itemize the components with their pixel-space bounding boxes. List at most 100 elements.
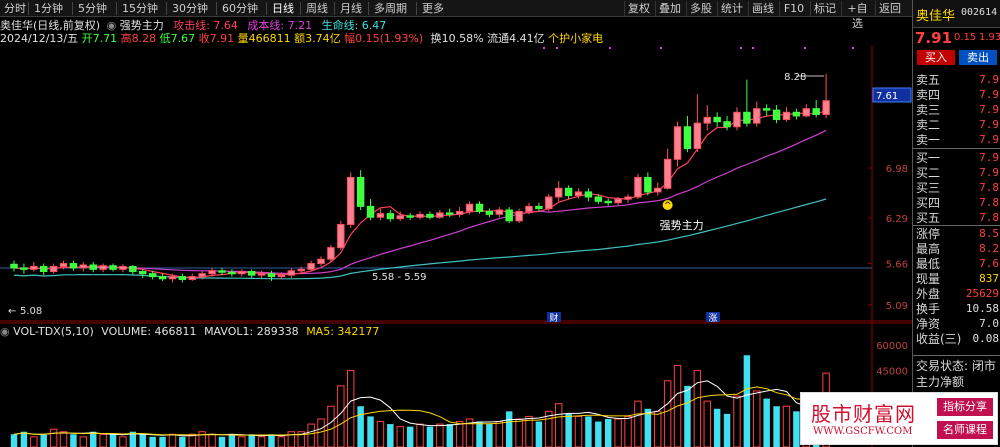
stat-row[interactable]: 净资 7.0 — [913, 316, 1000, 332]
ask-row[interactable]: 卖五 7.9 — [913, 72, 1000, 88]
buy-button[interactable]: 买入 — [917, 50, 955, 65]
stat-row[interactable]: 换手 10.58 — [913, 301, 1000, 317]
candle-body[interactable] — [574, 191, 583, 197]
candle-body[interactable] — [475, 203, 484, 212]
bid-row[interactable]: 买四 7.8 — [913, 195, 1000, 211]
candle-body[interactable] — [337, 223, 345, 249]
candle-body[interactable] — [376, 213, 385, 218]
kline-chart[interactable]: 6.98 6.29 5.66 5.09 7.61 60000 45000 8.28 5.08 ← 5… — [0, 0, 912, 447]
candle-body[interactable] — [168, 276, 177, 280]
stat-row[interactable]: 最低 7.6 — [913, 256, 1000, 272]
candle-body[interactable] — [525, 205, 533, 212]
stat-row[interactable]: 现量 837 — [913, 271, 1000, 287]
candle-body[interactable] — [703, 116, 711, 124]
candle-body[interactable] — [416, 213, 424, 218]
ask-row[interactable]: 卖四 7.9 — [913, 87, 1000, 103]
candle-body[interactable] — [178, 276, 187, 280]
candle-body[interactable] — [59, 263, 68, 267]
candle-body[interactable] — [743, 111, 751, 124]
bid-row[interactable]: 买三 7.8 — [913, 180, 1000, 196]
candle-body[interactable] — [564, 187, 573, 197]
candle-body[interactable] — [644, 176, 652, 193]
ask-row[interactable]: 卖一 7.9 — [913, 132, 1000, 148]
candle-body[interactable] — [455, 210, 464, 215]
candle-body[interactable] — [762, 108, 771, 111]
candle-body[interactable] — [366, 205, 375, 218]
candle-body[interactable] — [772, 109, 781, 121]
bid-row[interactable]: 买五 7.8 — [913, 210, 1000, 226]
candle-body[interactable] — [89, 264, 97, 270]
candle-body[interactable] — [634, 176, 642, 198]
stat-row[interactable]: 收益(三) 0.08 — [913, 331, 1000, 347]
candle-body[interactable] — [792, 111, 801, 117]
candle-body[interactable] — [198, 273, 206, 278]
candle-body[interactable] — [654, 187, 662, 193]
candle-body[interactable] — [604, 200, 612, 204]
candle-body[interactable] — [822, 100, 830, 115]
stat-row[interactable]: 最高 8.2 — [913, 241, 1000, 257]
candle-body[interactable] — [356, 176, 365, 207]
candle-body[interactable] — [535, 205, 543, 210]
bid-row[interactable]: 买二 7.9 — [913, 165, 1000, 181]
candle-body[interactable] — [20, 267, 28, 270]
candle-body[interactable] — [119, 265, 127, 270]
candle-body[interactable] — [753, 108, 761, 124]
ask-row[interactable]: 卖二 7.9 — [913, 117, 1000, 133]
candle-body[interactable] — [317, 258, 325, 265]
candle-body[interactable] — [287, 270, 296, 276]
candle-body[interactable] — [267, 273, 276, 278]
candle-body[interactable] — [158, 276, 167, 280]
sell-button[interactable]: 卖出 — [959, 50, 997, 65]
candle-body[interactable] — [624, 196, 632, 200]
candle-body[interactable] — [554, 187, 563, 198]
candle-body[interactable] — [347, 176, 355, 225]
candle-body[interactable] — [10, 263, 18, 269]
candle-body[interactable] — [495, 209, 503, 215]
candle-body[interactable] — [386, 213, 395, 220]
candle-body[interactable] — [406, 215, 414, 218]
candle-body[interactable] — [663, 158, 672, 189]
candle-body[interactable] — [247, 271, 256, 276]
candle-body[interactable] — [139, 271, 147, 275]
candle-body[interactable] — [109, 265, 117, 270]
candle-body[interactable] — [69, 263, 78, 269]
candle-body[interactable] — [693, 122, 702, 149]
candle-body[interactable] — [802, 108, 811, 117]
candle-body[interactable] — [584, 191, 593, 198]
candle-body[interactable] — [465, 203, 474, 212]
candle-body[interactable] — [812, 108, 820, 115]
candle-body[interactable] — [30, 265, 38, 270]
candle-body[interactable] — [683, 126, 692, 149]
candle-body[interactable] — [297, 268, 305, 272]
candle-body[interactable] — [515, 210, 523, 222]
candle-body[interactable] — [79, 264, 88, 269]
candle-body[interactable] — [485, 210, 494, 215]
candle-body[interactable] — [228, 271, 236, 275]
candle-body[interactable] — [188, 276, 196, 280]
stat-row[interactable]: 涨停 8.5 — [913, 226, 1000, 242]
candle-body[interactable] — [218, 270, 226, 273]
candle-body[interactable] — [257, 273, 266, 276]
candle-body[interactable] — [426, 213, 434, 218]
candle-body[interactable] — [99, 265, 107, 270]
candle-body[interactable] — [723, 121, 731, 128]
candle-body[interactable] — [396, 215, 404, 220]
candle-body[interactable] — [208, 270, 216, 275]
candle-body[interactable] — [238, 271, 246, 275]
candle-body[interactable] — [327, 247, 335, 260]
candle-body[interactable] — [673, 126, 682, 160]
candle-body[interactable] — [307, 263, 315, 270]
candle-body[interactable] — [594, 196, 603, 202]
candle-body[interactable] — [545, 196, 553, 210]
candle-body[interactable] — [39, 265, 48, 273]
candle-body[interactable] — [733, 111, 741, 128]
candle-body[interactable] — [782, 111, 791, 121]
candle-body[interactable] — [713, 116, 721, 123]
ask-row[interactable]: 卖三 7.9 — [913, 102, 1000, 118]
candle-body[interactable] — [436, 212, 444, 218]
candle-body[interactable] — [505, 209, 513, 222]
candle-body[interactable] — [277, 274, 286, 278]
candle-body[interactable] — [49, 265, 58, 273]
candle-body[interactable] — [614, 198, 622, 204]
bid-row[interactable]: 买一 7.9 — [913, 150, 1000, 166]
